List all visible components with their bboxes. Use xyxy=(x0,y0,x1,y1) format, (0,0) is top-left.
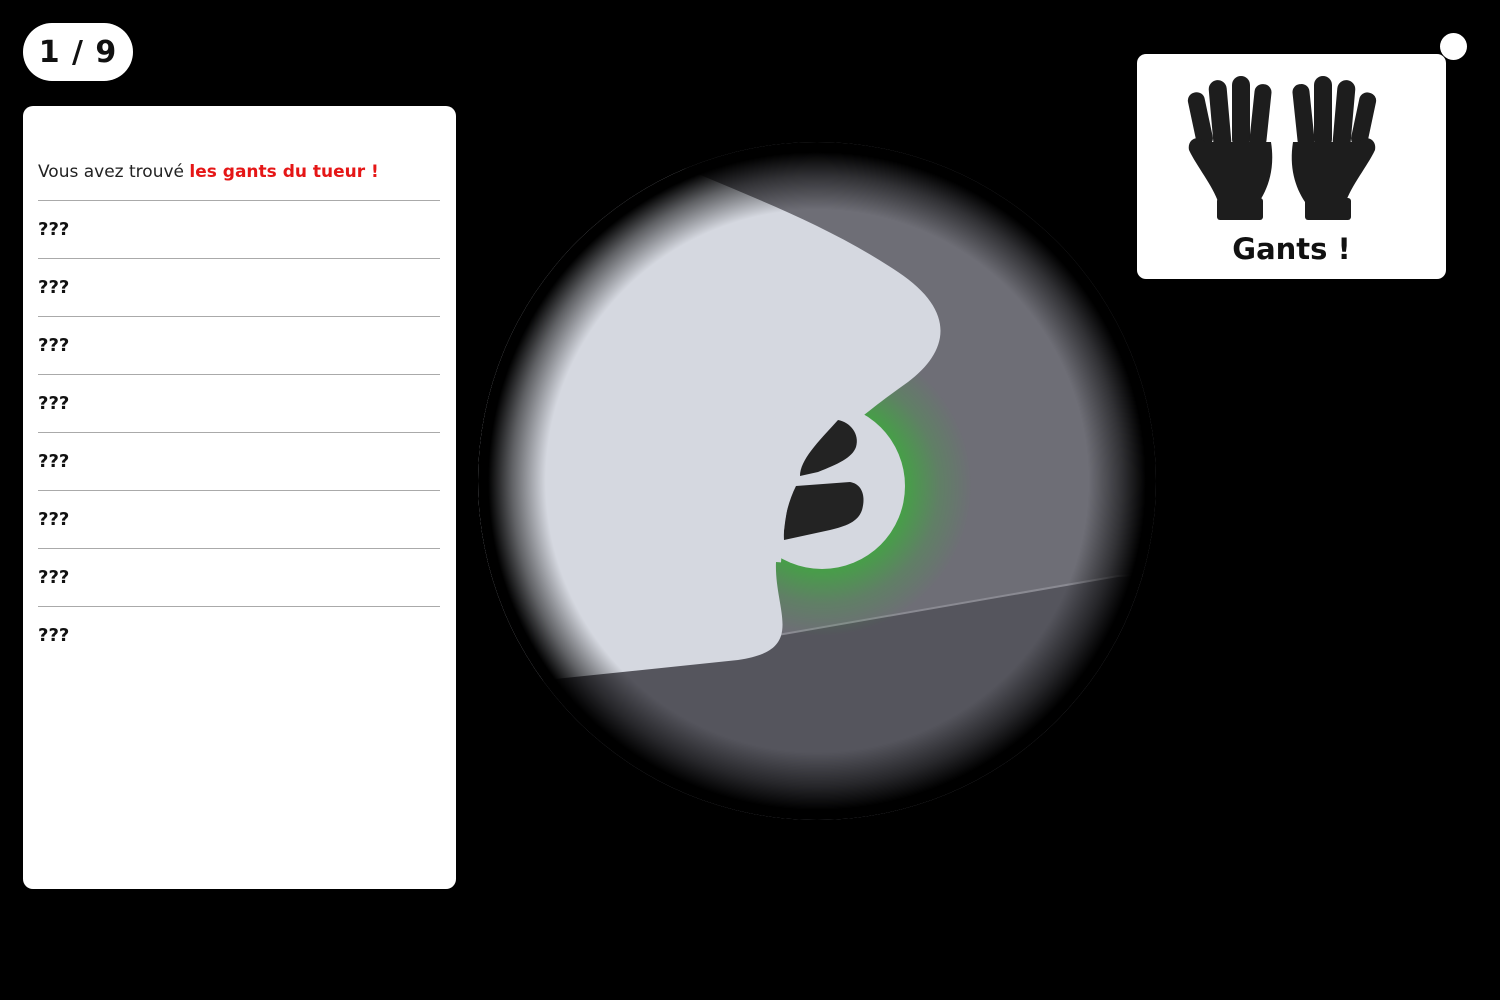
clue-item: ??? xyxy=(38,201,440,259)
clue-list: ??? ??? ??? ??? ??? ??? ??? ??? xyxy=(38,201,440,664)
clue-item: ??? xyxy=(38,549,440,607)
clue-item: ??? xyxy=(38,259,440,317)
progress-counter: 1 / 9 xyxy=(23,23,133,81)
clue-item: ??? xyxy=(38,433,440,491)
flashlight-scene[interactable] xyxy=(478,142,1156,820)
clue-item: ??? xyxy=(38,491,440,549)
gloves-icon xyxy=(1187,76,1377,220)
clue-panel: Vous avez trouvé les gants du tueur ! ??… xyxy=(23,106,456,889)
found-message: Vous avez trouvé les gants du tueur ! xyxy=(38,162,440,201)
found-item-label: Gants ! xyxy=(1232,232,1351,266)
clue-item: ??? xyxy=(38,375,440,433)
close-dot-button[interactable] xyxy=(1440,33,1467,60)
flashlight-vignette xyxy=(478,142,1156,820)
found-item-name: les gants du tueur ! xyxy=(189,162,379,182)
found-message-prefix: Vous avez trouvé xyxy=(38,162,190,182)
found-item-card: Gants ! xyxy=(1137,54,1446,279)
clue-item: ??? xyxy=(38,625,70,646)
clue-item: ??? xyxy=(38,317,440,375)
